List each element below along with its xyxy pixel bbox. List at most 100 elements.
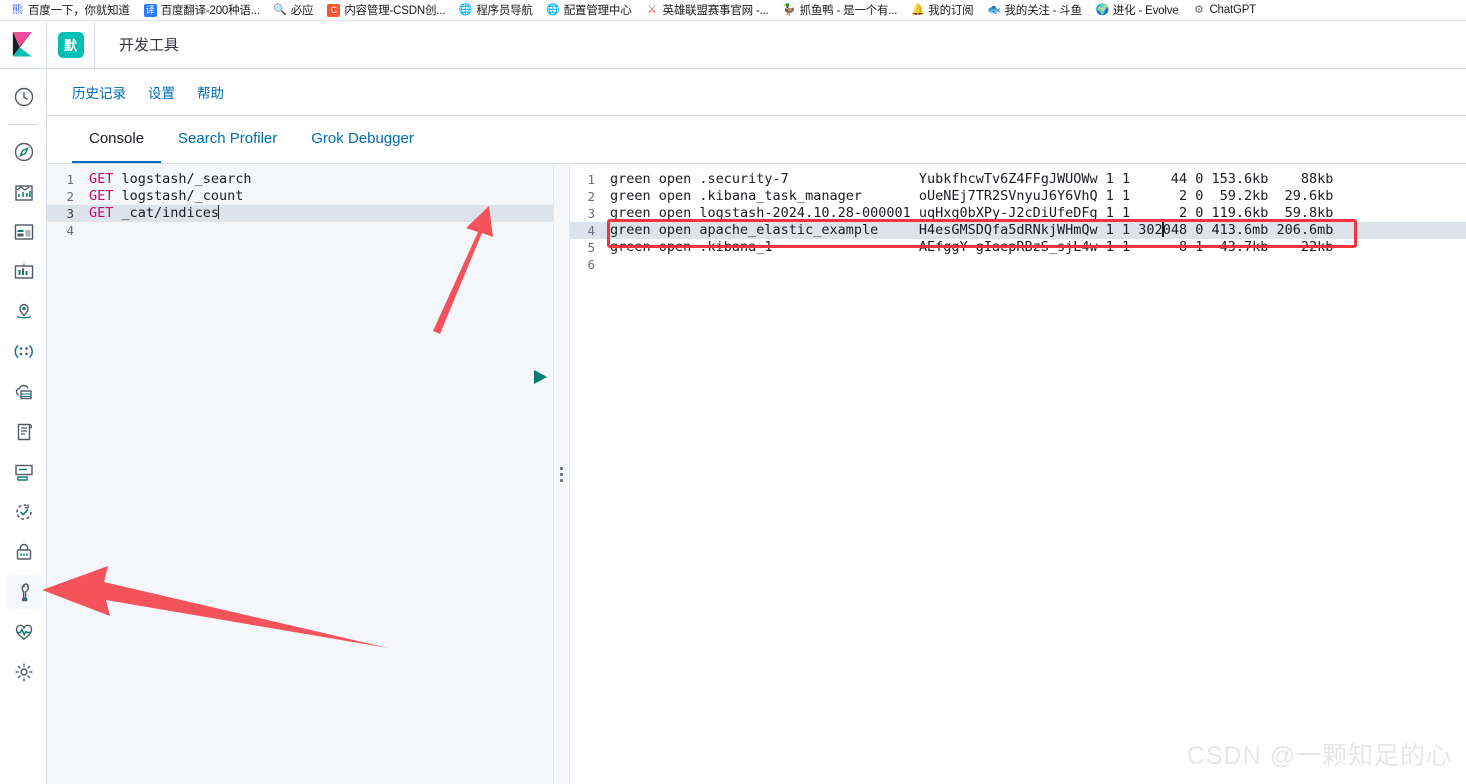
editor-line[interactable]: 4 — [47, 222, 553, 239]
nav-icon-wrap — [7, 655, 41, 689]
bookmark-item[interactable]: 🦆 抓鱼鸭 - 是一个有... — [776, 1, 905, 20]
bookmark-item[interactable]: 🔔 我的订阅 — [904, 1, 980, 20]
response-line-number: 5 — [587, 240, 595, 255]
bookmark-label: 进化 - Evolve — [1112, 5, 1179, 17]
heartbeat-icon — [15, 624, 32, 640]
sidebar-item-discover[interactable] — [0, 132, 47, 172]
space-badge: 默 — [57, 31, 84, 58]
douyu-icon: 🐟 — [987, 3, 1001, 16]
bookmark-label: 抓鱼鸭 - 是一个有... — [799, 5, 898, 17]
bookmark-label: 程序员导航 — [476, 5, 533, 17]
response-line-number: 1 — [587, 172, 595, 187]
sidebar-item-infrastructure[interactable] — [0, 372, 47, 412]
pane-resize-handle[interactable] — [553, 165, 570, 784]
editor-line[interactable]: 1 GET logstash/_search — [47, 171, 553, 188]
sidebar-item-uptime[interactable] — [0, 492, 47, 532]
bookmark-item[interactable]: C 内容管理-CSDN创... — [320, 1, 452, 20]
sidebar-item-machine-learning[interactable] — [0, 332, 47, 372]
bookmark-label: 必应 — [290, 5, 314, 17]
sidebar-item-dashboard[interactable] — [0, 212, 47, 252]
response-line: 1 green open .security-7 YubkfhcwTv6Z4FFg… — [570, 171, 1466, 188]
subnav-link-帮助[interactable]: 帮助 — [197, 82, 224, 102]
bookmark-item[interactable]: 🌐 程序员导航 — [452, 1, 540, 20]
request-path: logstash/_count — [113, 188, 244, 204]
response-viewer-pane[interactable]: 1 green open .security-7 YubkfhcwTv6Z4FFg… — [570, 165, 1466, 784]
csdn-icon: C — [327, 3, 341, 17]
sidebar-item-canvas[interactable] — [0, 252, 47, 292]
play-icon[interactable] — [532, 369, 549, 385]
editor-line-text: GET _cat/indices — [83, 205, 553, 222]
response-line: 2 green open .kibana_task_manager oUeNEj7… — [570, 188, 1466, 205]
bookmark-item[interactable]: ⚔ 英雄联盟赛事官网 -... — [639, 1, 776, 20]
nav-icon-wrap — [7, 415, 41, 449]
response-line-number: 3 — [587, 206, 595, 221]
response-line-number: 2 — [587, 189, 595, 204]
primary-navigation[interactable] — [0, 69, 47, 784]
response-line: 5 green open .kibana_1 AEfggY-gIaepRBzS_s… — [570, 239, 1466, 256]
request-path: logstash/_search — [113, 171, 252, 187]
bookmark-item[interactable]: 🔍 必应 — [267, 1, 321, 20]
tab-grok-debugger[interactable]: Grok Debugger — [294, 116, 431, 163]
editor-line-number: 1 — [66, 172, 74, 187]
bookmark-label: 配置管理中心 — [563, 5, 632, 17]
response-line-text: green open .kibana_task_manager oUeNEj7T… — [610, 188, 1334, 204]
bookmark-label: 百度翻译-200种语... — [160, 5, 260, 17]
sidebar-item-management[interactable] — [0, 652, 47, 692]
apm-icon — [14, 464, 33, 481]
bookmark-item[interactable]: ⚙ ChatGPT — [1185, 1, 1263, 20]
sidebar-item-monitoring[interactable] — [0, 612, 47, 652]
nav-icon-wrap — [7, 215, 41, 249]
clock-icon — [14, 87, 33, 107]
editor-line-text: GET logstash/_search — [83, 171, 553, 188]
bookmark-item[interactable]: 🌐 配置管理中心 — [540, 1, 639, 20]
bookmark-item[interactable]: 译百度翻译-200种语... — [137, 1, 267, 20]
space-selector[interactable]: 默 — [47, 20, 95, 69]
nav-icon-wrap — [7, 495, 41, 529]
sidebar-item-security[interactable] — [0, 532, 47, 572]
text-cursor — [1161, 222, 1164, 237]
response-line-number: 4 — [587, 223, 595, 238]
editor-line-number: 4 — [66, 223, 74, 238]
bookmark-item[interactable]: 🌍 进化 - Evolve — [1089, 1, 1186, 20]
drag-handle-dots — [560, 467, 563, 482]
evolve-icon: 🌍 — [1095, 3, 1110, 16]
subnav-link-历史记录[interactable]: 历史记录 — [72, 82, 126, 102]
kibana-logo-button[interactable] — [0, 20, 47, 69]
nav-divider — [8, 124, 38, 125]
translate-icon: 译 — [143, 3, 157, 17]
sidebar-item-logs[interactable] — [0, 412, 47, 452]
request-editor-pane[interactable]: 1 GET logstash/_search 2 GET logstash/_coun… — [47, 165, 553, 784]
nav-icon-wrap — [7, 175, 41, 209]
tab-console[interactable]: Console — [72, 116, 162, 163]
canvas-icon — [14, 263, 33, 279]
tab-search-profiler[interactable]: Search Profiler — [161, 116, 294, 163]
bookmark-label: 我的订阅 — [928, 5, 974, 17]
response-line: 6 — [570, 256, 1466, 273]
subnav-link-设置[interactable]: 设置 — [148, 82, 175, 102]
bar-chart-icon — [14, 185, 33, 201]
sidebar-item-dev-tools[interactable] — [0, 572, 47, 612]
machine-learning-icon — [14, 344, 33, 359]
console-panels: 1 GET logstash/_search 2 GET logstash/_coun… — [47, 165, 1466, 784]
bookmark-label: ChatGPT — [1209, 4, 1256, 16]
sidebar-item-apm[interactable] — [0, 452, 47, 492]
nav-icon-wrap — [7, 335, 41, 369]
editor-line-number: 3 — [66, 206, 74, 221]
lol-icon: ⚔ — [647, 3, 657, 16]
sidebar-item-visualize[interactable] — [0, 172, 47, 212]
editor-line-text: GET logstash/_count — [83, 188, 553, 205]
editor-line[interactable]: 2 GET logstash/_count — [47, 188, 553, 205]
editor-line[interactable]: 3 GET _cat/indices — [47, 205, 553, 222]
editor-line-number: 2 — [66, 189, 74, 204]
nav-icon-wrap — [7, 375, 41, 409]
sidebar-item-maps[interactable] — [0, 292, 47, 332]
kibana-global-header: 默 开发工具 — [0, 20, 1466, 69]
response-line-text — [604, 256, 1466, 273]
response-output: 1 green open .security-7 YubkfhcwTv6Z4FFg… — [570, 165, 1466, 784]
baidu-icon: 熊 — [12, 3, 23, 16]
bookmark-item[interactable]: 熊百度一下，你就知道 — [4, 1, 137, 20]
request-editor[interactable]: 1 GET logstash/_search 2 GET logstash/_coun… — [47, 165, 553, 784]
bookmark-item[interactable]: 🐟 我的关注 - 斗鱼 — [980, 1, 1088, 20]
sidebar-item-recently-viewed[interactable] — [0, 77, 47, 117]
nav-icon-wrap — [7, 615, 41, 649]
